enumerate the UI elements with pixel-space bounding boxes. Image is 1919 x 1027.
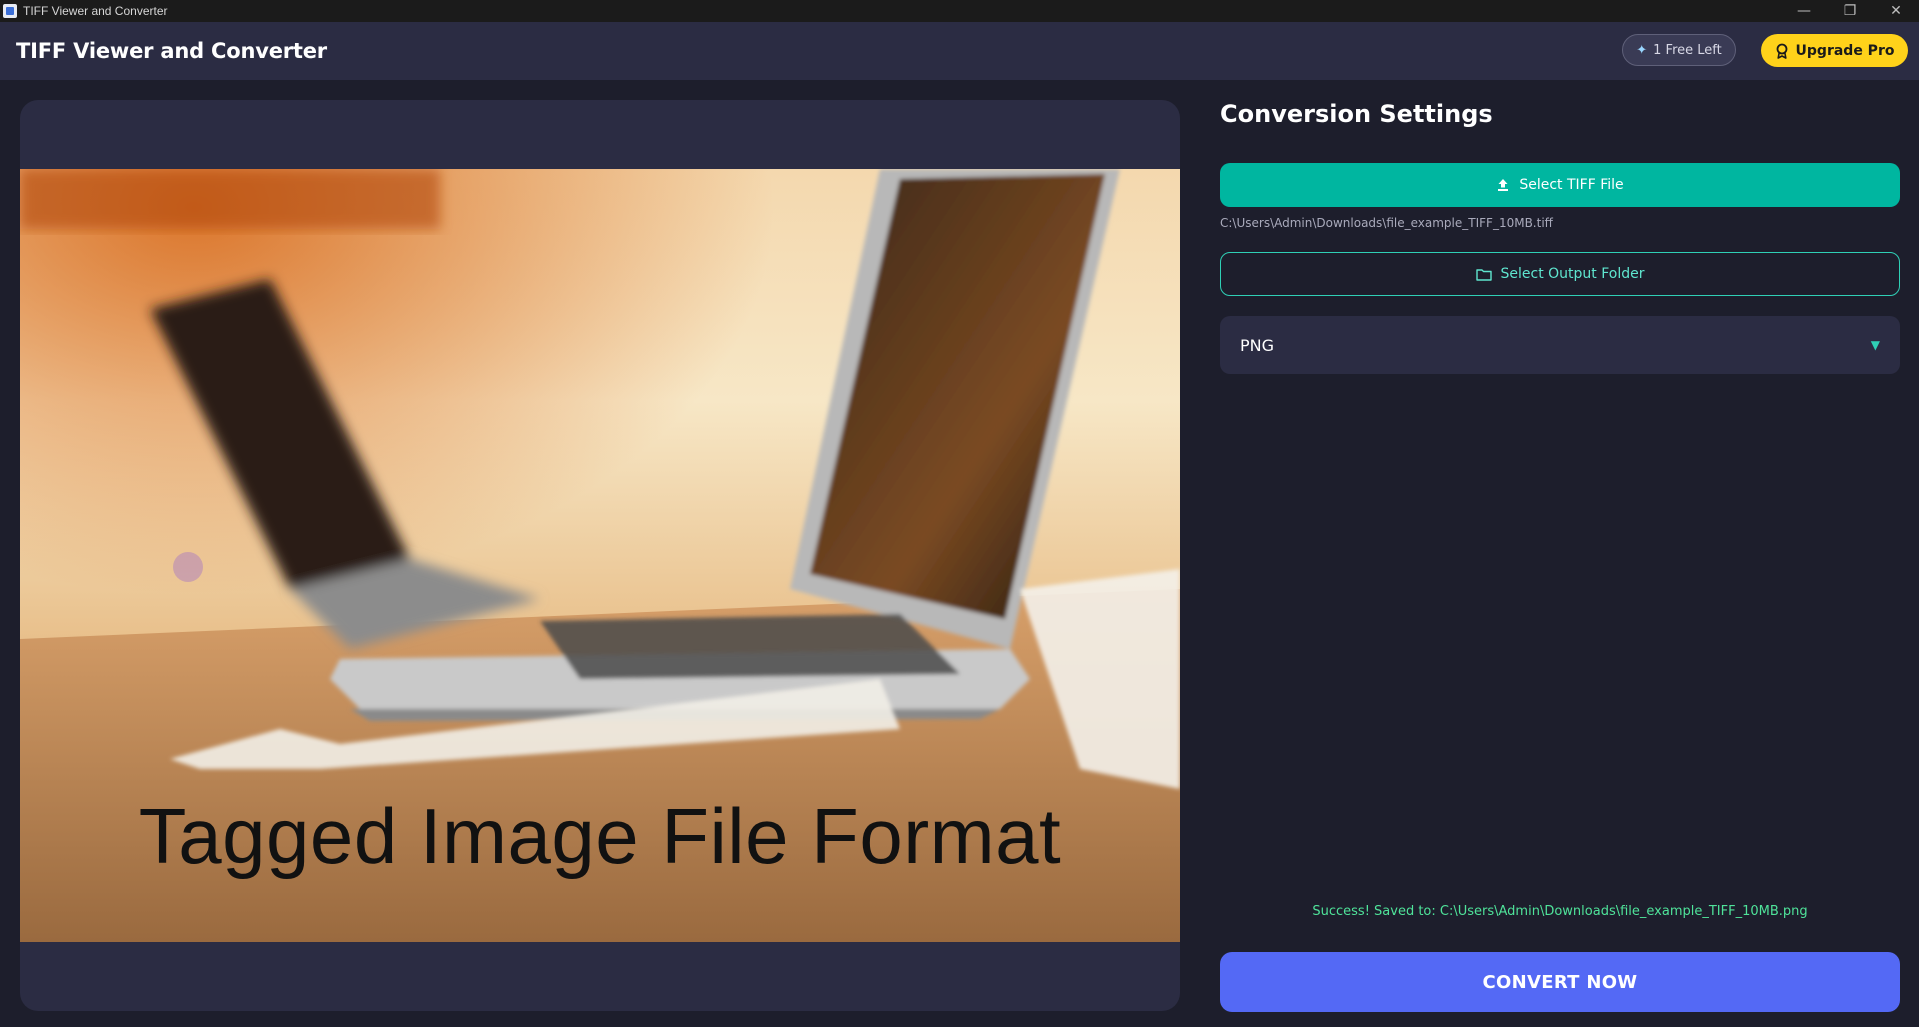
award-icon <box>1776 43 1787 59</box>
upload-icon <box>1498 179 1509 191</box>
minimize-button[interactable]: — <box>1781 0 1827 22</box>
app-header: TIFF Viewer and Converter ✦ 1 Free Left … <box>0 22 1919 80</box>
select-output-folder-label: Select Output Folder <box>1500 266 1645 282</box>
restore-button[interactable]: ❐ <box>1827 0 1873 22</box>
image-caption-text: Tagged Image File Format <box>138 792 1062 880</box>
tiff-preview-image: Tagged Image File Format <box>20 169 1180 942</box>
window-title: TIFF Viewer and Converter <box>23 4 168 18</box>
output-format-value: PNG <box>1240 335 1275 355</box>
success-message: Success! Saved to: C:\Users\Admin\Downlo… <box>1312 904 1808 919</box>
output-format-dropdown[interactable]: PNG ▼ <box>1220 316 1900 374</box>
close-button[interactable]: ✕ <box>1873 0 1919 22</box>
folder-icon <box>1475 268 1492 281</box>
upgrade-pro-button[interactable]: Upgrade Pro <box>1761 34 1908 67</box>
convert-now-button[interactable]: CONVERT NOW <box>1220 952 1900 1012</box>
window-titlebar: TIFF Viewer and Converter — ❐ ✕ <box>0 0 1919 22</box>
select-tiff-button[interactable]: Select TIFF File <box>1220 163 1900 207</box>
conversion-settings-title: Conversion Settings <box>1220 100 1493 128</box>
select-tiff-label: Select TIFF File <box>1519 177 1624 193</box>
upgrade-pro-label: Upgrade Pro <box>1795 42 1895 59</box>
free-uses-label: 1 Free Left <box>1653 42 1722 58</box>
sparkle-icon: ✦ <box>1636 42 1648 58</box>
selected-file-path: C:\Users\Admin\Downloads\file_example_TI… <box>1220 216 1553 230</box>
chevron-down-icon: ▼ <box>1870 338 1880 352</box>
window-controls: — ❐ ✕ <box>1781 0 1919 22</box>
select-output-folder-button[interactable]: Select Output Folder <box>1220 252 1900 296</box>
app-title: TIFF Viewer and Converter <box>16 39 327 63</box>
free-uses-badge[interactable]: ✦ 1 Free Left <box>1622 34 1736 66</box>
image-preview-panel: Tagged Image File Format <box>20 100 1180 1011</box>
app-icon <box>3 4 17 18</box>
